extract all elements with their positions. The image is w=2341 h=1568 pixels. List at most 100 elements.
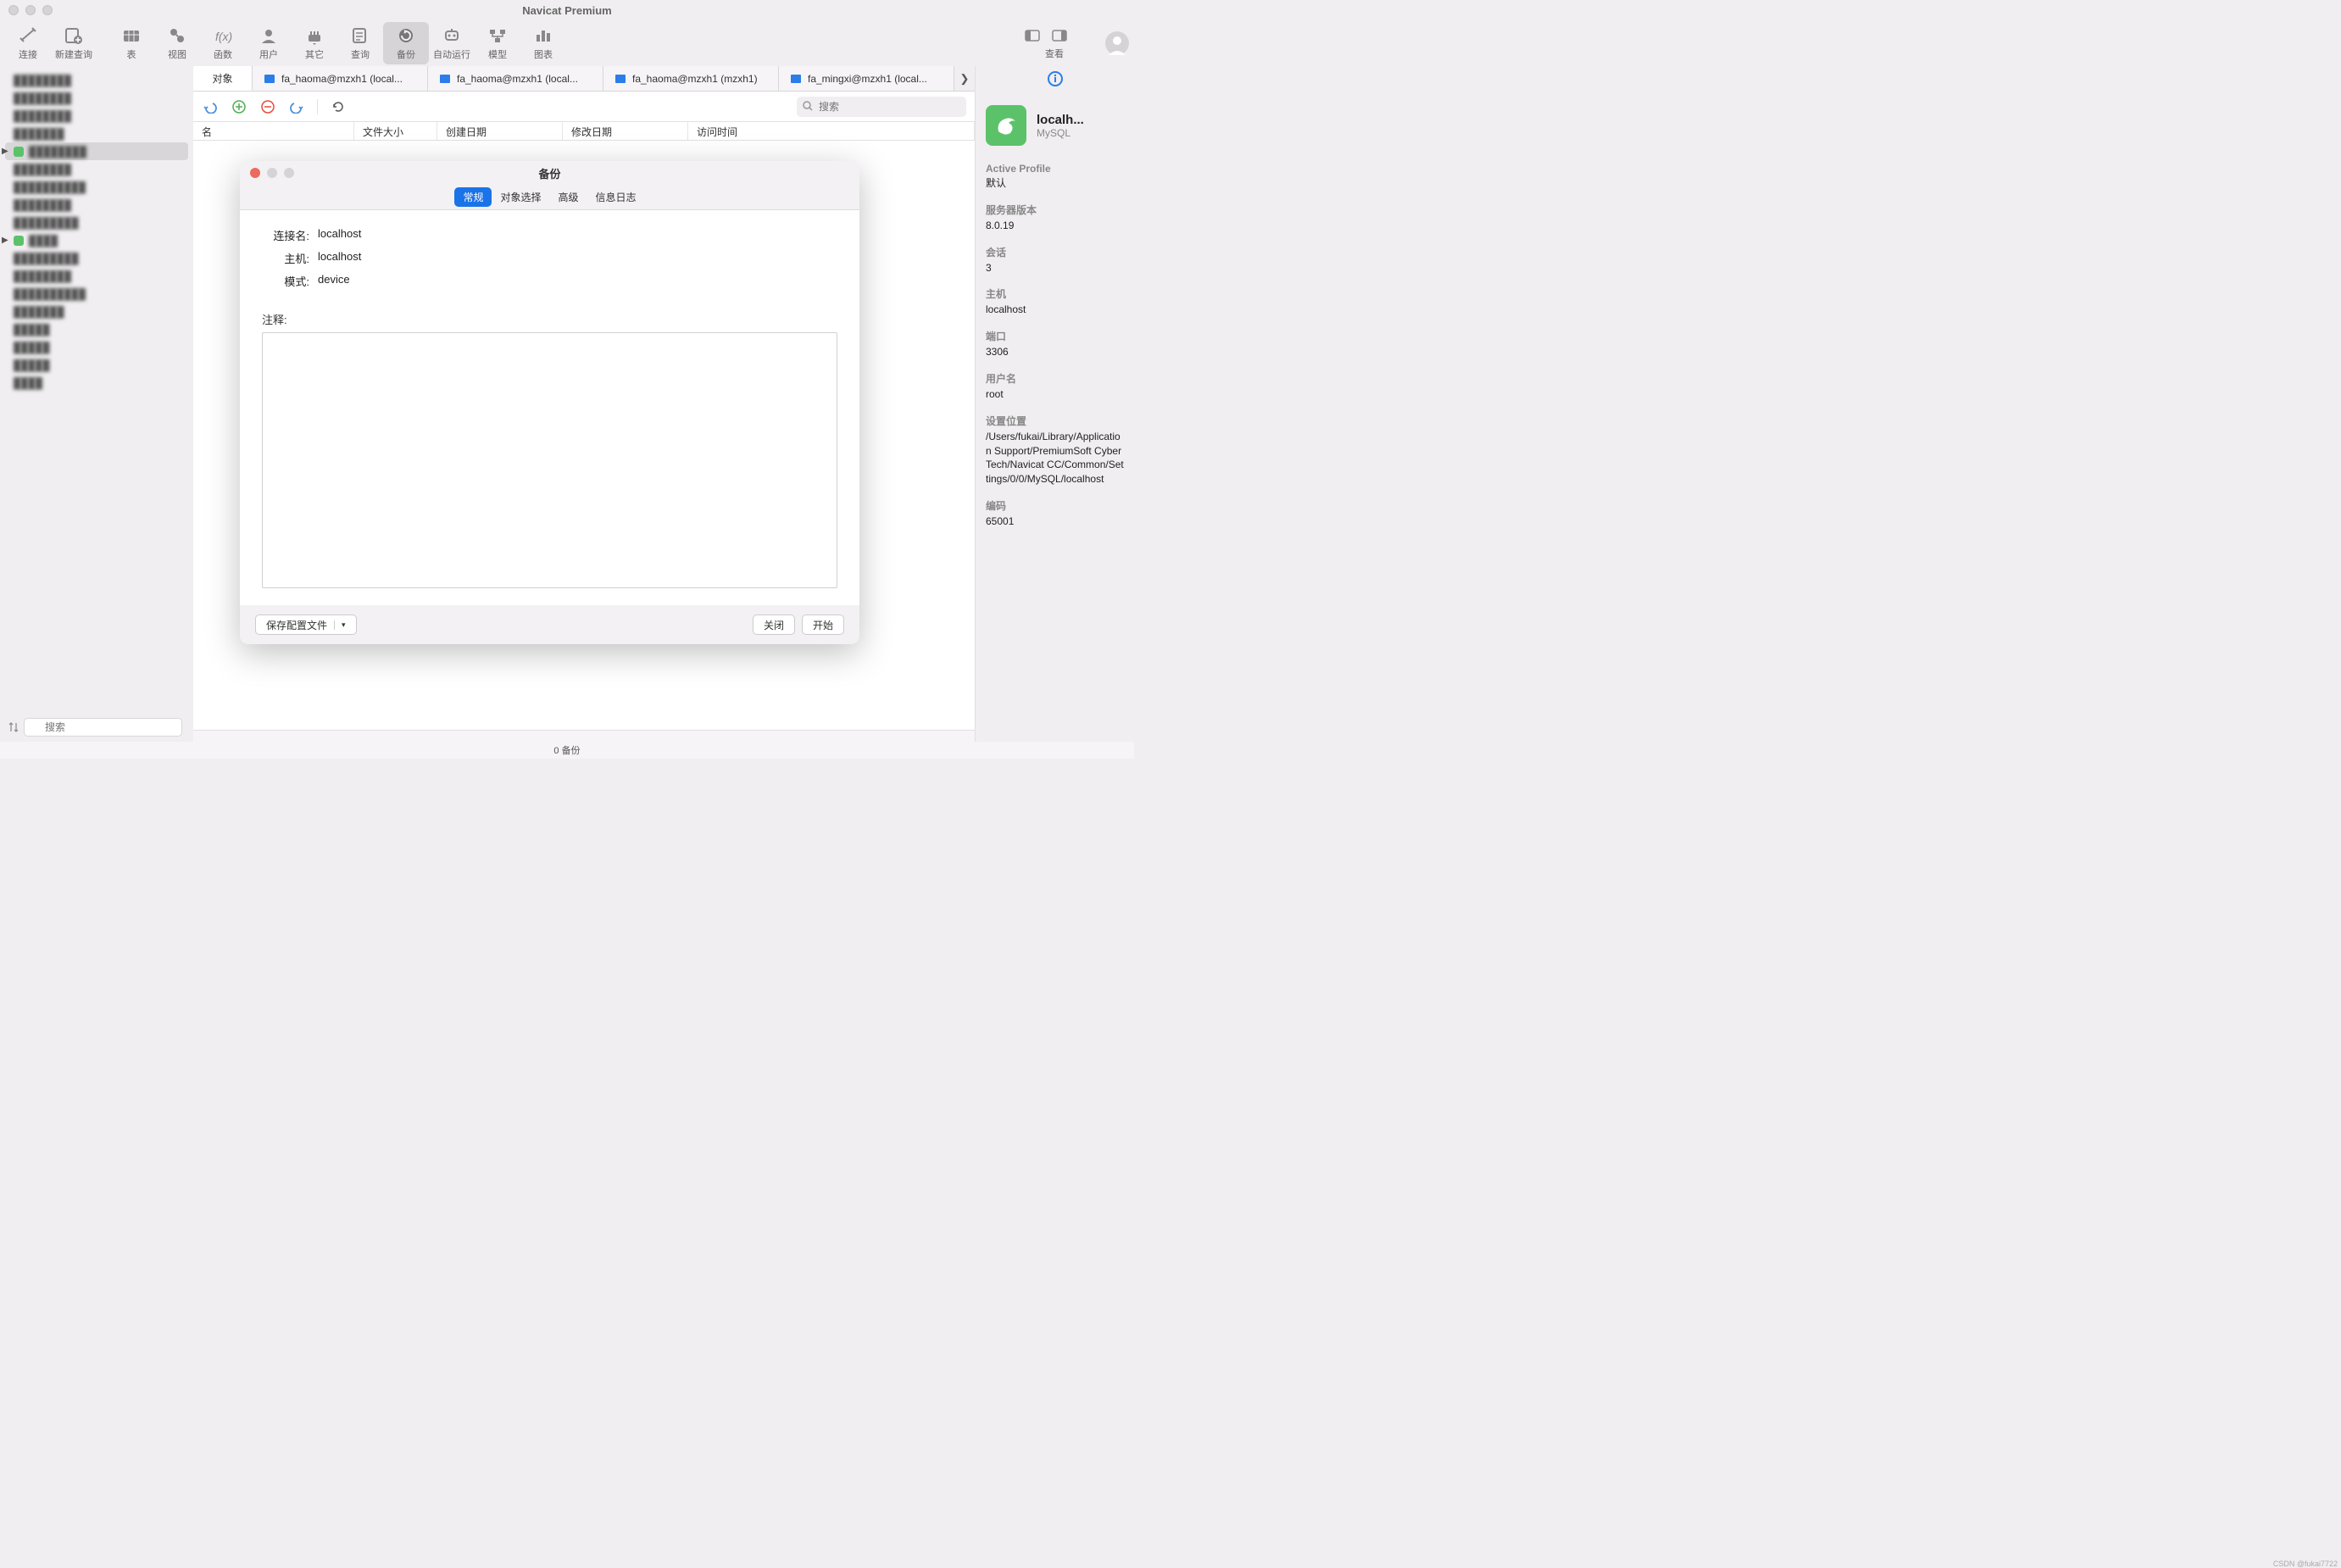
panel-left-icon[interactable]: [1020, 26, 1044, 45]
sidebar-item[interactable]: █████: [5, 356, 188, 374]
info-label: 用户名: [986, 371, 1124, 386]
table-icon: [263, 72, 276, 86]
sort-icon[interactable]: [8, 721, 19, 733]
tab[interactable]: fa_mingxi@mzxh1 (local...: [779, 66, 954, 91]
tab[interactable]: fa_haoma@mzxh1 (local...: [253, 66, 428, 91]
tool-connection[interactable]: 连接: [5, 22, 51, 64]
tool-other[interactable]: 其它: [292, 22, 337, 64]
tool-function[interactable]: f(x)函数: [200, 22, 246, 64]
content-search-input[interactable]: [797, 97, 966, 117]
expand-icon[interactable]: ▶: [2, 236, 14, 245]
info-value: 8.0.19: [986, 219, 1124, 233]
sidebar-item[interactable]: ██████████: [5, 178, 188, 196]
info-label: 设置位置: [986, 414, 1124, 428]
info-value: 默认: [986, 176, 1124, 191]
sidebar-item[interactable]: █████: [5, 320, 188, 338]
info-label: 服务器版本: [986, 203, 1124, 217]
watermark: CSDN @fukai7722: [2273, 1560, 2338, 1568]
col-name[interactable]: 名: [193, 122, 354, 140]
svg-text:f(x): f(x): [215, 30, 232, 43]
window-minimize-icon[interactable]: [25, 5, 36, 15]
redo-icon[interactable]: [288, 98, 305, 115]
status-dot-icon: [14, 236, 24, 246]
dialog-minimize-icon: [267, 168, 277, 178]
sidebar-item[interactable]: ▶████████: [5, 142, 188, 160]
dialog-close-icon[interactable]: [250, 168, 260, 178]
start-button[interactable]: 开始: [802, 614, 844, 635]
dialog-tab-log[interactable]: 信息日志: [587, 187, 645, 207]
comment-textarea[interactable]: [262, 332, 837, 588]
table-icon: [614, 72, 627, 86]
sidebar-item[interactable]: ███████: [5, 303, 188, 320]
col-size[interactable]: 文件大小: [354, 122, 437, 140]
table-icon: [789, 72, 803, 86]
dialog-tab-advanced[interactable]: 高级: [550, 187, 587, 207]
horizontal-scrollbar[interactable]: [193, 730, 975, 742]
info-value: 65001: [986, 514, 1124, 529]
col-accessed[interactable]: 访问时间: [688, 122, 975, 140]
dialog-zoom-icon: [284, 168, 294, 178]
window-zoom-icon[interactable]: [42, 5, 53, 15]
search-icon: [803, 101, 814, 112]
form-label-connection: 连接名:: [262, 227, 309, 243]
refresh-icon[interactable]: [330, 98, 347, 115]
sidebar-item[interactable]: ██████████: [5, 285, 188, 303]
backup-dialog: 备份 常规 对象选择 高级 信息日志 连接名:localhost 主机:loca…: [240, 161, 859, 644]
sidebar-item[interactable]: █████████: [5, 249, 188, 267]
view-label: 查看: [1045, 47, 1064, 60]
sidebar-item[interactable]: ████████: [5, 267, 188, 285]
tool-query[interactable]: 查询: [337, 22, 383, 64]
tab-objects[interactable]: 对象: [193, 66, 253, 91]
info-icon[interactable]: [1047, 70, 1064, 87]
dialog-tab-general[interactable]: 常规: [454, 187, 492, 207]
window-close-icon[interactable]: [8, 5, 19, 15]
sidebar-search-input[interactable]: [24, 718, 182, 737]
tool-chart[interactable]: 图表: [520, 22, 566, 64]
tool-backup[interactable]: 备份: [383, 22, 429, 64]
col-created[interactable]: 创建日期: [437, 122, 563, 140]
tool-view[interactable]: 视图: [154, 22, 200, 64]
app-title: Navicat Premium: [522, 4, 612, 17]
tool-table[interactable]: 表: [108, 22, 154, 64]
sidebar-item[interactable]: ████████: [5, 160, 188, 178]
save-profile-button[interactable]: 保存配置文件: [255, 614, 357, 635]
sidebar-item[interactable]: ████████: [5, 107, 188, 125]
info-value: 3: [986, 261, 1124, 275]
tab-overflow-icon[interactable]: ❯: [954, 66, 975, 91]
statusbar: 0 备份: [0, 742, 1134, 759]
tab[interactable]: fa_haoma@mzxh1 (local...: [428, 66, 603, 91]
sidebar-item[interactable]: ███████: [5, 125, 188, 142]
sidebar-item[interactable]: ▶████: [5, 231, 188, 249]
info-label: 会话: [986, 245, 1124, 259]
close-button[interactable]: 关闭: [753, 614, 795, 635]
form-value-host: localhost: [318, 250, 361, 266]
sidebar-item[interactable]: █████: [5, 338, 188, 356]
sidebar-item[interactable]: ████████: [5, 196, 188, 214]
remove-icon[interactable]: [259, 98, 276, 115]
expand-icon[interactable]: ▶: [2, 147, 14, 156]
tool-new-query[interactable]: 新建查询: [51, 22, 97, 64]
info-label: 端口: [986, 329, 1124, 343]
tool-automation[interactable]: 自动运行: [429, 22, 475, 64]
sidebar-item[interactable]: ████: [5, 374, 188, 392]
form-value-schema: device: [318, 273, 350, 289]
info-panel: localh... MySQL Active Profile默认 服务器版本8.…: [975, 66, 1134, 742]
undo-icon[interactable]: [202, 98, 219, 115]
sidebar-item[interactable]: ████████: [5, 89, 188, 107]
tool-model[interactable]: 模型: [475, 22, 520, 64]
sidebar-item[interactable]: █████████: [5, 214, 188, 231]
connection-title: localh...: [1037, 113, 1084, 127]
user-avatar-icon[interactable]: [1105, 31, 1129, 55]
tab[interactable]: fa_haoma@mzxh1 (mzxh1): [603, 66, 779, 91]
add-icon[interactable]: [231, 98, 247, 115]
col-modified[interactable]: 修改日期: [563, 122, 688, 140]
tool-user[interactable]: 用户: [246, 22, 292, 64]
sidebar-item[interactable]: ████████: [5, 71, 188, 89]
form-label-comment: 注释:: [262, 311, 837, 327]
window-controls: [0, 5, 53, 15]
tabbar: 对象 fa_haoma@mzxh1 (local... fa_haoma@mzx…: [193, 66, 975, 92]
dialog-tab-objects[interactable]: 对象选择: [492, 187, 549, 207]
panel-right-icon[interactable]: [1048, 26, 1071, 45]
info-value: 3306: [986, 345, 1124, 359]
form-label-host: 主机:: [262, 250, 309, 266]
